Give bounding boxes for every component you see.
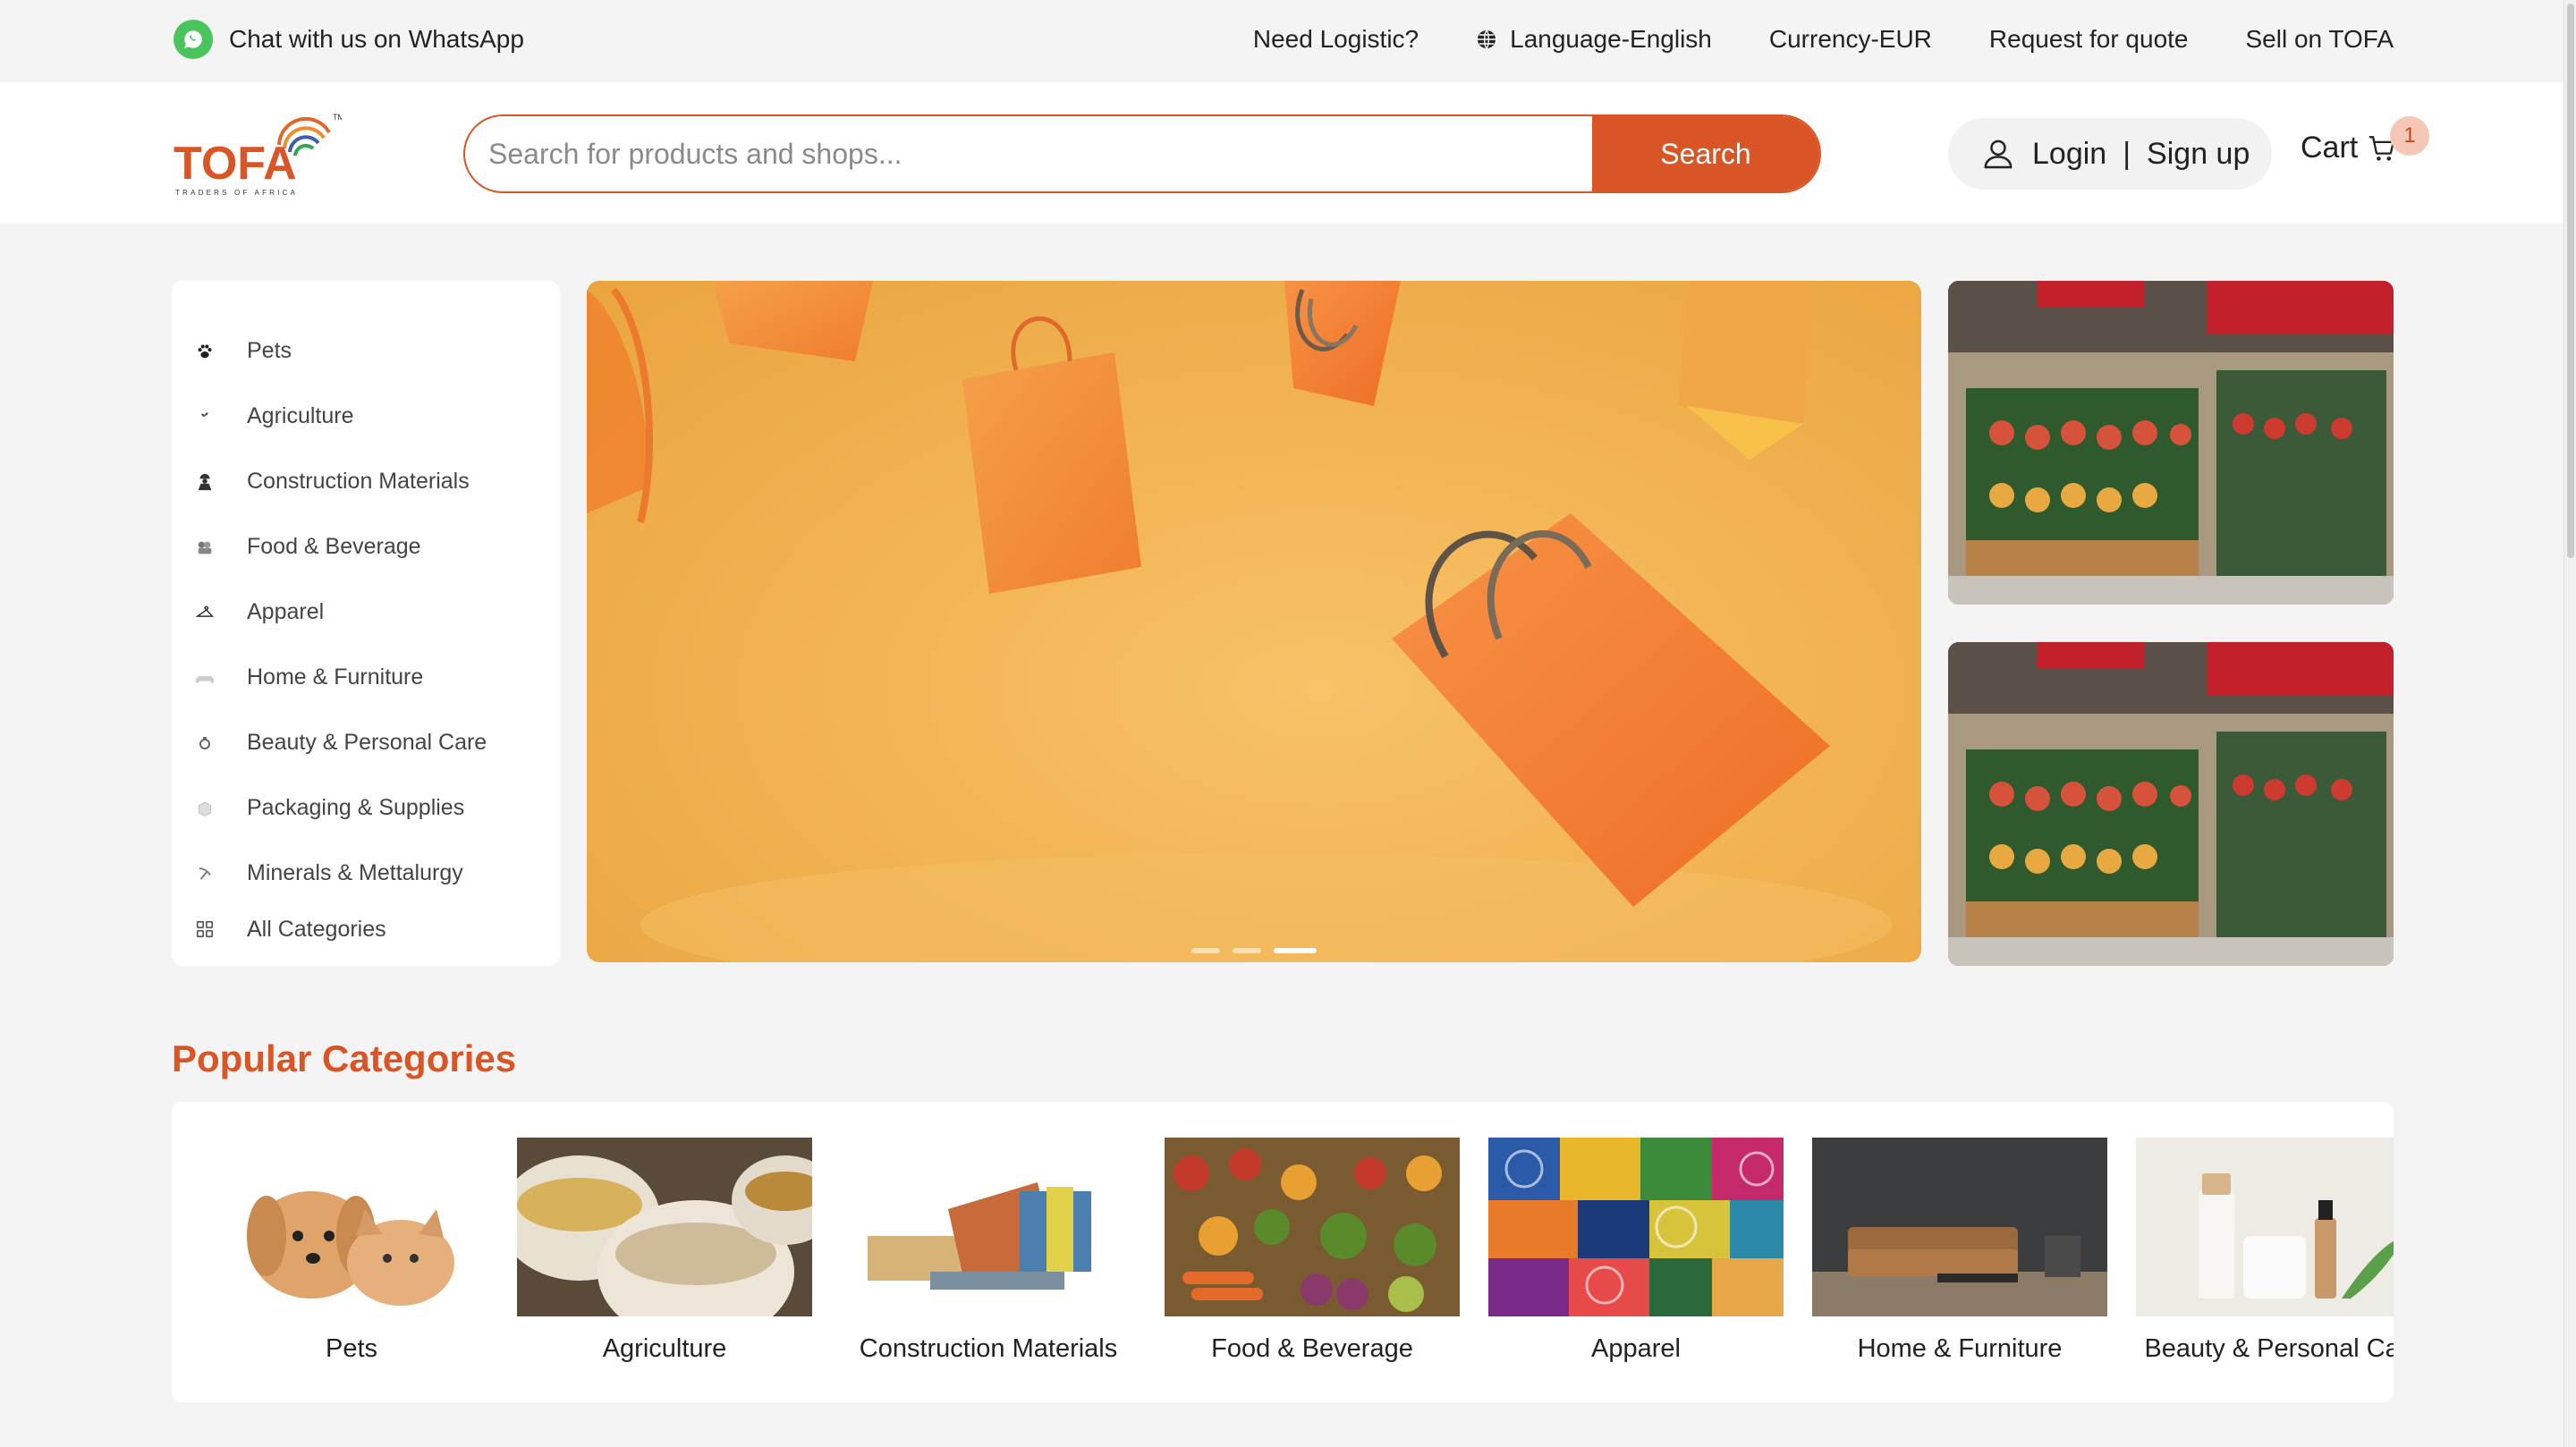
sidebar-item-label: All Categories <box>247 916 386 942</box>
sidebar-item-label: Food & Beverage <box>247 534 421 559</box>
globe-icon <box>1478 30 1496 49</box>
paw-icon <box>195 342 215 361</box>
category-label: Construction Materials <box>859 1334 1118 1363</box>
sidebar-item-label: Minerals & Mettalurgy <box>247 860 463 885</box>
category-image <box>841 1138 1136 1316</box>
category-image <box>1165 1138 1460 1316</box>
search-input[interactable] <box>465 116 1592 191</box>
need-logistic-link[interactable]: Need Logistic? <box>1253 25 1419 54</box>
promo-image-supermarket[interactable] <box>1948 642 2394 966</box>
whatsapp-icon <box>174 20 213 59</box>
grid-icon <box>195 919 215 939</box>
category-card-pets[interactable]: Pets <box>204 1138 499 1364</box>
box-icon <box>195 799 215 818</box>
language-label: Language-English <box>1510 25 1712 53</box>
login-separator: | <box>2123 136 2131 171</box>
popular-categories-row: Pets Agriculture Construction Materials … <box>172 1102 2394 1402</box>
category-label: Agriculture <box>602 1334 727 1363</box>
svg-text:TM: TM <box>333 113 342 122</box>
sofa-icon <box>195 668 215 688</box>
pickaxe-icon <box>195 864 215 884</box>
search-bar: Search <box>463 114 1821 193</box>
tofa-logo[interactable]: TM TOFA TRADERS OF AFRICA <box>172 109 344 199</box>
category-card-apparel[interactable]: Apparel <box>1488 1138 1784 1364</box>
category-label: Beauty & Personal Care <box>2144 1334 2394 1363</box>
banner-dot[interactable] <box>1233 948 1261 953</box>
scrollbar-thumb[interactable] <box>2567 4 2574 558</box>
request-quote-link[interactable]: Request for quote <box>1989 25 2189 54</box>
login-signup-button[interactable]: Login | Sign up <box>1948 118 2272 190</box>
currency-selector[interactable]: Currency-EUR <box>1769 25 1932 54</box>
whatsapp-label: Chat with us on WhatsApp <box>229 25 524 53</box>
sidebar-item-agriculture[interactable]: Agriculture <box>172 384 560 449</box>
sidebar-item-packaging[interactable]: Packaging & Supplies <box>172 775 560 841</box>
logo-tagline: TRADERS OF AFRICA <box>175 189 298 197</box>
popular-categories-title: Popular Categories <box>172 1037 517 1079</box>
worker-icon <box>195 472 215 492</box>
user-icon <box>1984 140 2012 169</box>
promo-image-supermarket[interactable] <box>1948 281 2394 605</box>
sidebar-item-food[interactable]: Food & Beverage <box>172 514 560 580</box>
header: TM TOFA TRADERS OF AFRICA Search Login |… <box>0 82 2563 224</box>
top-bar: Chat with us on WhatsApp Need Logistic? … <box>0 0 2576 82</box>
banner-dot[interactable] <box>1191 948 1220 953</box>
sidebar-item-label: Apparel <box>247 599 325 624</box>
sidebar-item-minerals[interactable]: Minerals & Mettalurgy <box>172 841 560 906</box>
food-icon <box>195 537 215 557</box>
sidebar-item-label: Home & Furniture <box>247 664 424 690</box>
sidebar-item-label: Packaging & Supplies <box>247 795 465 820</box>
category-card-construction[interactable]: Construction Materials <box>841 1138 1136 1364</box>
cart-count-badge: 1 <box>2390 116 2429 156</box>
logo-text: TOFA <box>174 138 297 190</box>
category-image <box>1488 1138 1784 1316</box>
sell-on-tofa-link[interactable]: Sell on TOFA <box>2246 25 2394 54</box>
category-card-food[interactable]: Food & Beverage <box>1165 1138 1460 1364</box>
category-label: Pets <box>325 1334 378 1363</box>
cart-button[interactable]: Cart <box>2301 131 2397 165</box>
sidebar-item-label: Construction Materials <box>247 469 470 494</box>
sidebar-item-home[interactable]: Home & Furniture <box>172 645 560 710</box>
category-image <box>517 1138 812 1316</box>
category-label: Apparel <box>1591 1334 1681 1363</box>
sidebar-item-beauty[interactable]: Beauty & Personal Care <box>172 710 560 775</box>
category-label: Food & Beverage <box>1211 1334 1413 1363</box>
sidebar-item-all-categories[interactable]: All Categories <box>172 906 560 952</box>
category-sidebar: Pets Agriculture Construction Materials … <box>172 281 560 966</box>
category-image <box>1812 1138 2107 1316</box>
banner-pagination <box>587 948 1921 953</box>
search-button[interactable]: Search <box>1592 116 1819 191</box>
whatsapp-chat-link[interactable]: Chat with us on WhatsApp <box>174 20 524 59</box>
sidebar-item-pets[interactable]: Pets <box>172 318 560 384</box>
sidebar-item-label: Agriculture <box>247 403 354 428</box>
plant-icon <box>195 407 215 427</box>
sidebar-item-label: Beauty & Personal Care <box>247 730 487 755</box>
hero-banner[interactable] <box>587 281 1921 962</box>
login-label[interactable]: Login <box>2032 137 2106 172</box>
shopping-bags-illustration <box>587 281 1893 962</box>
category-card-home[interactable]: Home & Furniture <box>1812 1138 2107 1364</box>
category-image <box>2136 1138 2394 1316</box>
sidebar-item-apparel[interactable]: Apparel <box>172 580 560 645</box>
hanger-icon <box>195 603 215 622</box>
beauty-icon <box>195 733 215 753</box>
category-image <box>204 1138 499 1316</box>
signup-label[interactable]: Sign up <box>2147 137 2250 172</box>
sidebar-item-construction[interactable]: Construction Materials <box>172 449 560 514</box>
category-card-agriculture[interactable]: Agriculture <box>517 1138 812 1364</box>
sidebar-item-label: Pets <box>247 338 292 363</box>
banner-dot-active[interactable] <box>1274 948 1317 953</box>
category-card-beauty[interactable]: Beauty & Personal Care <box>2136 1138 2394 1364</box>
cart-label: Cart <box>2301 131 2359 165</box>
page-scrollbar[interactable] <box>2563 0 2576 1447</box>
category-label: Home & Furniture <box>1857 1334 2063 1363</box>
language-selector[interactable]: Language-English <box>1476 25 1712 54</box>
